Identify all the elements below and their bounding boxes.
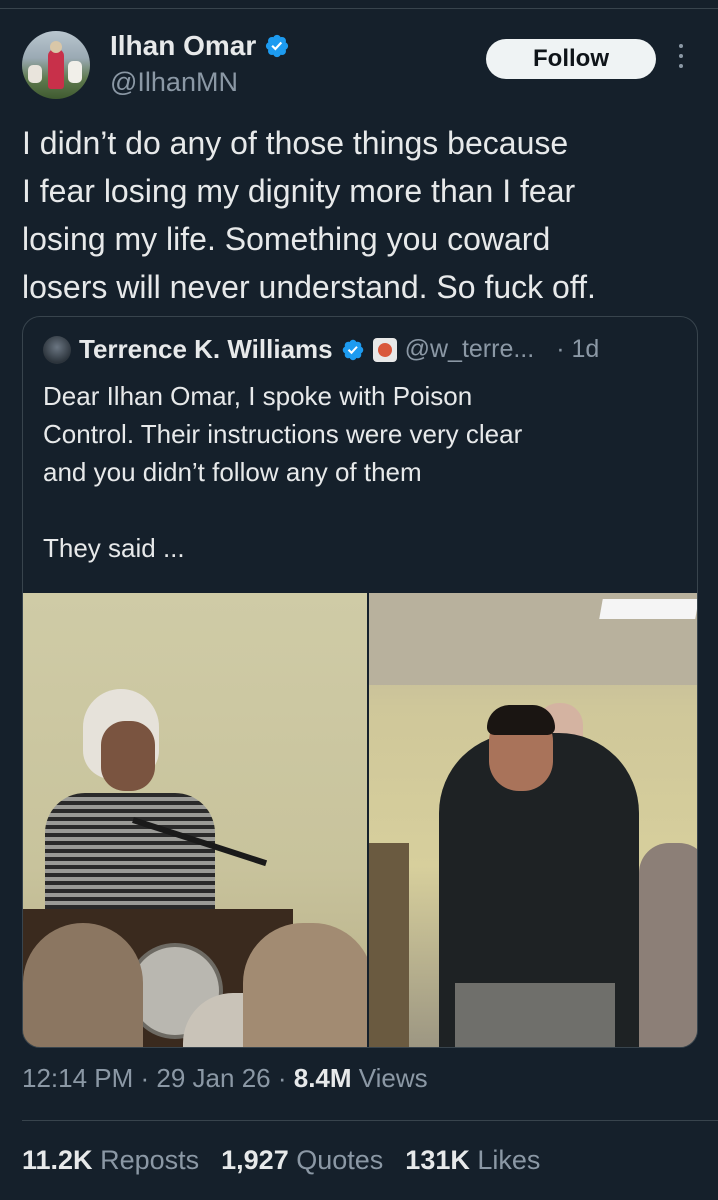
photo-ceiling-light xyxy=(599,599,697,619)
tweet-text-line: I didn’t do any of those things because xyxy=(22,125,569,161)
quoted-timestamp[interactable]: · 1d xyxy=(556,335,599,364)
reposts-stat[interactable]: 11.2K Reposts xyxy=(22,1145,199,1176)
tweet-date[interactable]: 29 Jan 26 xyxy=(156,1063,270,1093)
quoted-header: Terrence K. Williams @w_terre... · 1d xyxy=(43,334,599,365)
stats-divider xyxy=(22,1120,718,1121)
verified-badge-icon xyxy=(342,339,363,360)
photo-door xyxy=(369,843,409,1047)
author-avatar[interactable] xyxy=(22,31,90,99)
verified-badge-icon xyxy=(266,34,289,58)
meta-separator: · xyxy=(133,1063,157,1093)
reposts-label: Reposts xyxy=(100,1145,200,1175)
quoted-display-name[interactable]: Terrence K. Williams xyxy=(79,334,333,365)
quotes-label: Quotes xyxy=(296,1145,384,1175)
views-label: Views xyxy=(351,1063,428,1093)
photo-striped-top xyxy=(45,793,215,913)
follow-button[interactable]: Follow xyxy=(486,39,656,79)
quoted-text-blank-line xyxy=(43,491,673,529)
quoted-text-line: Dear Ilhan Omar, I spoke with Poison xyxy=(43,381,473,411)
likes-label: Likes xyxy=(477,1145,541,1175)
quoted-author-avatar[interactable] xyxy=(43,335,71,364)
quoted-media[interactable] xyxy=(23,593,697,1047)
avatar-figure xyxy=(48,49,64,89)
tweet-text: I didn’t do any of those things because … xyxy=(22,119,702,311)
quoted-text-line: and you didn’t follow any of them xyxy=(43,457,422,487)
engagement-stats: 11.2K Reposts 1,927 Quotes 131K Likes xyxy=(22,1145,540,1176)
photo-audience xyxy=(243,923,367,1047)
media-photo-restraint[interactable] xyxy=(369,593,697,1047)
top-divider xyxy=(0,8,718,9)
media-photo-speaker[interactable] xyxy=(23,593,367,1047)
more-vertical-icon[interactable] xyxy=(676,44,686,76)
avatar-bg-figure xyxy=(68,61,82,83)
tweet-time[interactable]: 12:14 PM xyxy=(22,1063,133,1093)
likes-stat[interactable]: 131K Likes xyxy=(405,1145,540,1176)
quoted-text: Dear Ilhan Omar, I spoke with Poison Con… xyxy=(43,377,673,567)
tweet-text-line: I fear losing my dignity more than I fea… xyxy=(22,173,576,209)
avatar-bg-figure xyxy=(28,65,42,83)
affiliate-badge-icon xyxy=(372,337,397,362)
quotes-count: 1,927 xyxy=(221,1145,289,1175)
likes-count: 131K xyxy=(405,1145,470,1175)
quoted-text-line: Control. Their instructions were very cl… xyxy=(43,419,523,449)
photo-man-pants xyxy=(455,983,615,1047)
quoted-text-line: They said ... xyxy=(43,533,185,563)
tweet-detail-page: Ilhan Omar @IlhanMN Follow I didn’t do a… xyxy=(0,0,718,1200)
reposts-count: 11.2K xyxy=(22,1145,93,1175)
photo-audience xyxy=(639,843,697,1047)
meta-separator: · xyxy=(270,1063,294,1093)
photo-audience xyxy=(23,923,143,1047)
quotes-stat[interactable]: 1,927 Quotes xyxy=(221,1145,383,1176)
quoted-handle[interactable]: @w_terre... xyxy=(405,335,535,364)
tweet-meta: 12:14 PM · 29 Jan 26 · 8.4M Views xyxy=(22,1063,428,1094)
views-count: 8.4M xyxy=(293,1063,352,1093)
tweet-text-line: losing my life. Something you coward xyxy=(22,221,551,257)
author-handle[interactable]: @IlhanMN xyxy=(110,67,238,98)
author-name-row[interactable]: Ilhan Omar xyxy=(110,30,290,62)
avatar-head xyxy=(50,41,62,53)
photo-man-hair xyxy=(487,705,555,735)
author-display-name[interactable]: Ilhan Omar xyxy=(110,30,256,62)
photo-face xyxy=(101,721,155,791)
tweet-text-line: losers will never understand. So fuck of… xyxy=(22,269,596,305)
quoted-tweet-card[interactable]: Terrence K. Williams @w_terre... · 1d De… xyxy=(22,316,698,1048)
